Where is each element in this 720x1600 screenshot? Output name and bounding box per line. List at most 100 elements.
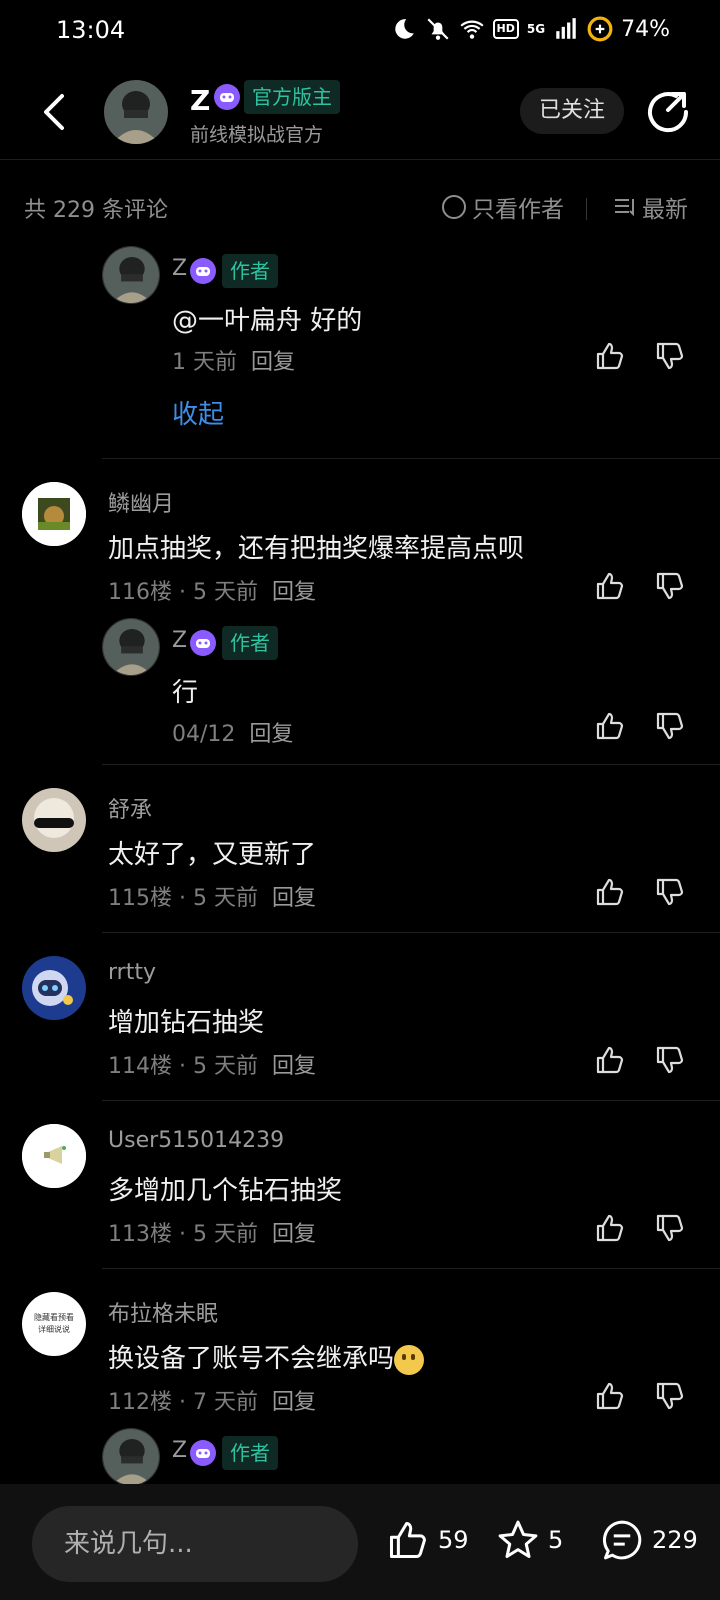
user-avatar[interactable]: 隐藏看预看 详细说说 [22, 1292, 86, 1356]
comment-text: @一叶扁舟 好的 [172, 306, 363, 336]
collapse-replies-link[interactable]: 收起 [172, 394, 224, 431]
divider [102, 458, 720, 459]
reply-username[interactable]: Z [172, 1438, 187, 1463]
comment-username[interactable]: 布拉格未眠 [108, 1296, 218, 1328]
comment-floor-time: 113楼 · 5 天前 [108, 1222, 258, 1247]
comment-meta: 113楼 · 5 天前 回复 [108, 1216, 316, 1248]
reply-avatar[interactable] [102, 618, 160, 676]
hd-badge: HD [492, 19, 519, 39]
divider [102, 1100, 720, 1101]
reply-username[interactable]: Z [172, 256, 187, 281]
thinking-emoji-icon [394, 1344, 425, 1375]
game-controller-icon [214, 84, 240, 110]
comment-input[interactable]: 来说几句... [32, 1506, 358, 1582]
avatar-text-line: 隐藏看预看 [34, 1313, 74, 1322]
comment-username[interactable]: User515014239 [108, 1128, 284, 1153]
reply-button[interactable]: 回复 [272, 1222, 316, 1247]
comment-meta: 04/12 回复 [172, 716, 293, 748]
comment-username[interactable]: 舒承 [108, 792, 152, 824]
game-controller-icon [190, 258, 216, 284]
user-avatar[interactable] [22, 482, 86, 546]
status-icons: HD 5G 74% [391, 16, 670, 42]
dislike-icon[interactable] [654, 570, 686, 602]
comment-text-content: 换设备了账号不会继承吗 [108, 1344, 395, 1374]
user-avatar[interactable] [22, 956, 86, 1020]
dislike-icon[interactable] [654, 710, 686, 742]
dislike-icon[interactable] [654, 340, 686, 372]
bottom-action-bar: 来说几句... 59 5 229 [0, 1484, 720, 1600]
moon-icon [394, 19, 414, 39]
game-controller-icon [190, 630, 216, 656]
like-post-button[interactable]: 59 [386, 1518, 469, 1562]
divider [102, 1268, 720, 1269]
comment-total: 229 [652, 1526, 698, 1554]
reply-button[interactable]: 回复 [272, 886, 316, 911]
user-avatar[interactable] [22, 788, 86, 852]
comment-text: 加点抽奖，还有把抽奖爆率提高点呗 [108, 534, 525, 564]
author-name[interactable]: Z [190, 84, 210, 117]
sort-toggle[interactable]: 最新 [612, 190, 688, 224]
like-icon [389, 1521, 427, 1559]
author-avatar[interactable] [104, 80, 168, 144]
like-icon[interactable] [594, 1212, 626, 1244]
signal-icon [556, 18, 576, 39]
like-icon[interactable] [594, 710, 626, 742]
reply-avatar[interactable] [102, 1428, 160, 1486]
comment-meta: 115楼 · 5 天前 回复 [108, 880, 316, 912]
battery-level: 74% [621, 16, 670, 42]
dislike-icon[interactable] [654, 1212, 686, 1244]
author-tag: 作者 [222, 254, 278, 288]
game-controller-icon [190, 1440, 216, 1466]
reply-button[interactable]: 回复 [249, 722, 293, 747]
comment-icon [603, 1520, 642, 1560]
dislike-icon[interactable] [654, 876, 686, 908]
comment-floor-time: 115楼 · 5 天前 [108, 886, 258, 911]
comment-text: 增加钻石抽奖 [108, 1008, 265, 1038]
comment-text: 换设备了账号不会继承吗 [108, 1338, 425, 1375]
comment-text: 行 [172, 678, 199, 708]
comment-meta: 112楼 · 7 天前 回复 [108, 1384, 316, 1416]
favorite-button[interactable]: 5 [496, 1518, 563, 1562]
comment-username[interactable]: rrtty [108, 960, 156, 985]
reply-button[interactable]: 回复 [272, 1054, 316, 1079]
like-icon[interactable] [594, 1044, 626, 1076]
back-icon[interactable] [34, 88, 74, 136]
only-author-toggle[interactable]: 只看作者 [442, 190, 564, 224]
status-time: 13:04 [56, 16, 126, 44]
comment-username[interactable]: 鳞幽月 [108, 486, 174, 518]
like-icon[interactable] [594, 876, 626, 908]
divider [586, 198, 587, 220]
follow-button[interactable]: 已关注 [520, 88, 624, 134]
mute-bell-icon [427, 18, 449, 40]
author-subtitle: 前线模拟战官方 [190, 124, 324, 146]
star-icon [498, 1520, 538, 1559]
divider [102, 932, 720, 933]
comment-meta: 114楼 · 5 天前 回复 [108, 1048, 316, 1080]
reply-button[interactable]: 回复 [272, 1390, 316, 1415]
comment-meta: 1 天前 回复 [172, 344, 295, 376]
reply-avatar[interactable] [102, 246, 160, 304]
avatar-text-line: 详细说说 [38, 1325, 70, 1334]
only-author-label: 只看作者 [472, 197, 564, 223]
like-icon[interactable] [594, 1380, 626, 1412]
comment-time: 04/12 [172, 722, 236, 747]
wifi-icon [459, 20, 484, 39]
comments-button[interactable]: 229 [600, 1518, 698, 1562]
reply-button[interactable]: 回复 [251, 350, 295, 375]
comment-floor-time: 114楼 · 5 天前 [108, 1054, 258, 1079]
like-icon[interactable] [594, 340, 626, 372]
dislike-icon[interactable] [654, 1380, 686, 1412]
reply-button[interactable]: 回复 [272, 580, 316, 605]
sort-icon [615, 199, 634, 217]
comment-filter-bar: 共 229 条评论 只看作者 最新 [0, 184, 720, 232]
share-icon[interactable] [646, 90, 690, 134]
like-icon[interactable] [594, 570, 626, 602]
post-header: Z 官方版主 前线模拟战官方 已关注 [0, 64, 720, 160]
radio-icon [442, 195, 466, 219]
dislike-icon[interactable] [654, 1044, 686, 1076]
like-count: 59 [438, 1526, 469, 1554]
official-mod-tag: 官方版主 [244, 80, 340, 114]
user-avatar[interactable] [22, 1124, 86, 1188]
reply-username[interactable]: Z [172, 628, 187, 653]
author-tag: 作者 [222, 1436, 278, 1470]
